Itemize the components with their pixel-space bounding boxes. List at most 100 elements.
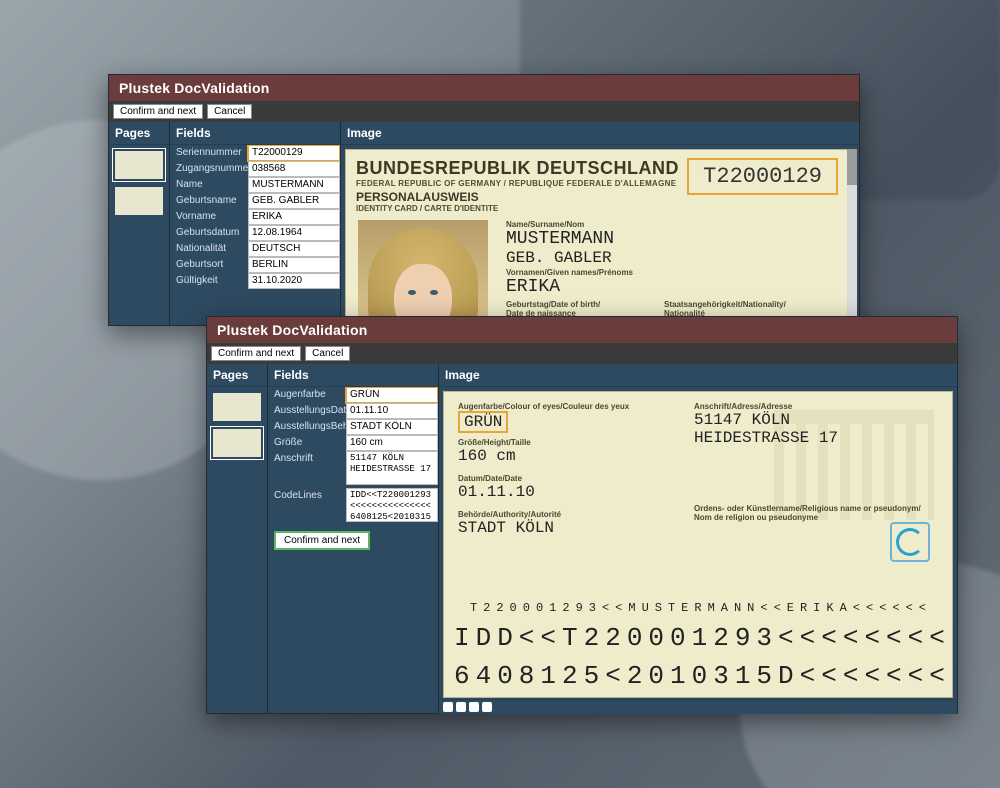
confirm-and-next-button[interactable]: Confirm and next xyxy=(113,104,203,119)
val-birthname: GEB. GABLER xyxy=(506,249,614,267)
cancel-button[interactable]: Cancel xyxy=(207,104,252,119)
label-date: Datum/Date/Date xyxy=(458,474,535,483)
field-label: Vorname xyxy=(170,209,248,224)
page-thumb-back[interactable] xyxy=(211,427,263,459)
val-address2: HEIDESTRASSE 17 xyxy=(694,429,838,447)
field-input[interactable] xyxy=(248,273,340,289)
id-card-back: Augenfarbe/Colour of eyes/Couleur des ye… xyxy=(443,391,953,698)
field-label: Größe xyxy=(268,435,346,450)
confirm-and-next-button[interactable]: Confirm and next xyxy=(211,346,301,361)
field-input[interactable] xyxy=(248,161,340,177)
field-label: Geburtsort xyxy=(170,257,248,272)
cancel-button[interactable]: Cancel xyxy=(305,346,350,361)
label-height: Größe/Height/Taille xyxy=(458,438,531,447)
field-row: Seriennummer xyxy=(170,145,340,161)
mrz-block: T220001293<<MUSTERMANN<<ERIKA<<<<<< IDD<… xyxy=(454,601,942,691)
val-authority: STADT KÖLN xyxy=(458,519,561,537)
status-btn[interactable] xyxy=(443,702,453,712)
field-row: AusstellungsBehoerde xyxy=(268,419,438,435)
field-input[interactable] xyxy=(248,225,340,241)
field-label: Augenfarbe xyxy=(268,387,346,402)
status-btn[interactable] xyxy=(482,702,492,712)
image-scrollbar[interactable] xyxy=(847,149,857,322)
image-statusbar xyxy=(439,699,957,714)
val-eyes: GRÜN xyxy=(458,411,508,433)
label-address: Anschrift/Adress/Adresse xyxy=(694,402,838,411)
portrait-photo xyxy=(358,220,488,326)
field-row: Augenfarbe xyxy=(268,387,438,403)
label-surname: Name/Surname/Nom xyxy=(506,220,614,229)
field-input[interactable] xyxy=(248,145,340,161)
mrz-line-3: 6408125<2010315D<<<<<<<<<<<4 xyxy=(454,661,942,691)
field-input[interactable] xyxy=(346,387,438,403)
page-thumb-front[interactable] xyxy=(113,149,165,181)
field-row: Zugangsnummer xyxy=(170,161,340,177)
val-height: 160 cm xyxy=(458,447,531,465)
doc-sub: IDENTITY CARD / CARTE D'IDENTITE xyxy=(356,204,844,213)
field-label: CodeLines xyxy=(268,488,346,503)
field-row: Anschrift xyxy=(268,451,438,488)
field-label: Seriennummer xyxy=(170,145,248,160)
field-row: Name xyxy=(170,177,340,193)
field-label: Nationalität xyxy=(170,241,248,256)
window-back: Plustek DocValidation Confirm and next C… xyxy=(206,316,958,714)
serial-number: T22000129 xyxy=(687,158,838,195)
field-input[interactable] xyxy=(346,488,438,522)
fields-header: Fields xyxy=(170,122,340,145)
app-title: Plustek DocValidation xyxy=(119,80,269,96)
label-religion: Ordens- oder Künstlername/Religious name… xyxy=(694,504,924,522)
pages-header: Pages xyxy=(109,122,169,145)
label-authority: Behörde/Authority/Autorité xyxy=(458,510,561,519)
confirm-and-next-inline-button[interactable]: Confirm and next xyxy=(274,531,370,550)
hologram-icon xyxy=(890,522,930,562)
mrz-line-1: T220001293<<MUSTERMANN<<ERIKA<<<<<< xyxy=(454,601,942,615)
field-row: Geburtsdatum xyxy=(170,225,340,241)
title-bar[interactable]: Plustek DocValidation xyxy=(207,317,957,343)
field-input[interactable] xyxy=(346,435,438,451)
field-label: Zugangsnummer xyxy=(170,161,248,176)
mrz-line-2: IDD<<T220001293<<<<<<<<<<<<< xyxy=(454,623,942,653)
image-header: Image xyxy=(439,364,957,387)
val-address1: 51147 KÖLN xyxy=(694,411,838,429)
window-front: Plustek DocValidation Confirm and next C… xyxy=(108,74,860,326)
fields-header: Fields xyxy=(268,364,438,387)
val-surname: MUSTERMANN xyxy=(506,229,614,249)
field-input[interactable] xyxy=(248,209,340,225)
field-label: Gültigkeit xyxy=(170,273,248,288)
field-row: Nationalität xyxy=(170,241,340,257)
field-input[interactable] xyxy=(346,403,438,419)
field-row: Geburtsname xyxy=(170,193,340,209)
field-label: Geburtsname xyxy=(170,193,248,208)
field-row: Größe xyxy=(268,435,438,451)
status-btn[interactable] xyxy=(469,702,479,712)
app-title: Plustek DocValidation xyxy=(217,322,367,338)
field-row: AusstellungsDatum xyxy=(268,403,438,419)
label-eyes: Augenfarbe/Colour of eyes/Couleur des ye… xyxy=(458,402,629,411)
field-label: Anschrift xyxy=(268,451,346,466)
field-label: AusstellungsBehoerde xyxy=(268,419,346,434)
label-given: Vornamen/Given names/Prénoms xyxy=(506,268,633,277)
val-given: ERIKA xyxy=(506,277,633,297)
field-row: Vorname xyxy=(170,209,340,225)
id-card-front: BUNDESREPUBLIK DEUTSCHLAND FEDERAL REPUB… xyxy=(345,149,855,326)
field-input[interactable] xyxy=(248,257,340,273)
page-thumb-back[interactable] xyxy=(113,185,165,217)
field-row: CodeLines xyxy=(268,488,438,525)
field-input[interactable] xyxy=(248,193,340,209)
page-thumb-front[interactable] xyxy=(211,391,263,423)
status-btn[interactable] xyxy=(456,702,466,712)
toolbar: Confirm and next Cancel xyxy=(207,343,957,364)
field-input[interactable] xyxy=(248,241,340,257)
title-bar[interactable]: Plustek DocValidation xyxy=(109,75,859,101)
image-header: Image xyxy=(341,122,859,145)
field-row: Gültigkeit xyxy=(170,273,340,289)
pages-header: Pages xyxy=(207,364,267,387)
field-row: Geburtsort xyxy=(170,257,340,273)
field-label: Name xyxy=(170,177,248,192)
field-input[interactable] xyxy=(248,177,340,193)
field-label: AusstellungsDatum xyxy=(268,403,346,418)
val-date: 01.11.10 xyxy=(458,483,535,501)
field-input[interactable] xyxy=(346,419,438,435)
toolbar: Confirm and next Cancel xyxy=(109,101,859,122)
field-input[interactable] xyxy=(346,451,438,485)
